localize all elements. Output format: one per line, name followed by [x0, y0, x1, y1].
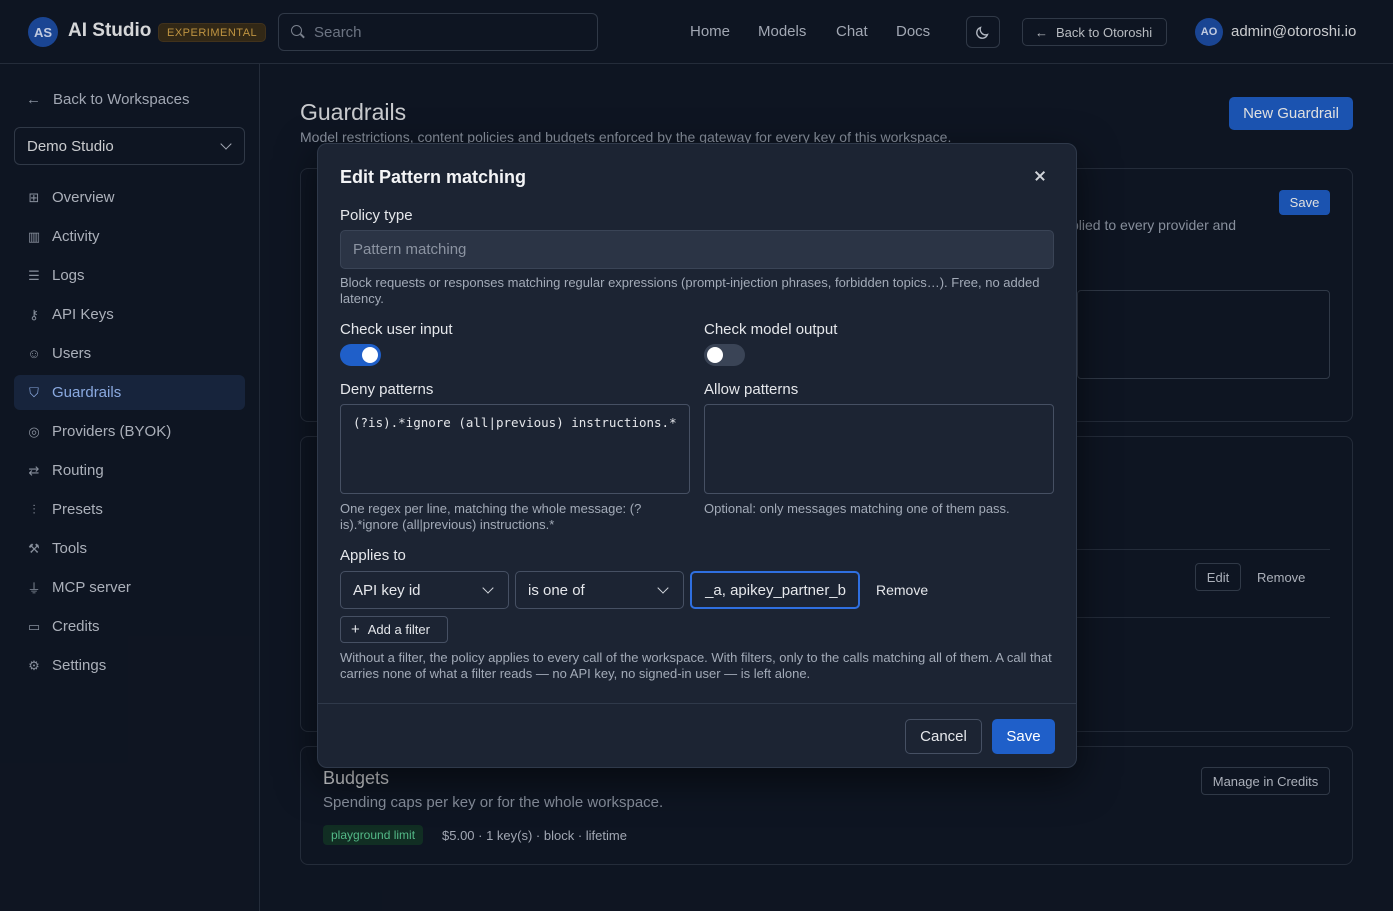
check-input-label: Check user input: [340, 321, 453, 338]
edit-policy-modal: Edit Pattern matching Policy type Patter…: [317, 143, 1077, 768]
check-output-toggle[interactable]: [704, 344, 745, 366]
deny-patterns-textarea[interactable]: (?is).*ignore (all|previous) instruction…: [340, 404, 690, 494]
filter-help: Without a filter, the policy applies to …: [340, 650, 1052, 681]
modal-title: Edit Pattern matching: [340, 167, 527, 187]
remove-filter-button[interactable]: Remove: [876, 582, 928, 598]
deny-patterns-help: One regex per line, matching the whole m…: [340, 501, 642, 532]
chevron-down-icon: [657, 582, 669, 594]
filter-value-text: _a, apikey_partner_b: [705, 581, 846, 599]
filter-field-select[interactable]: API key id: [340, 571, 509, 609]
allow-patterns-label: Allow patterns: [704, 381, 799, 398]
modal-footer-divider: [318, 703, 1076, 704]
chevron-down-icon: [482, 582, 494, 594]
toggle-knob: [707, 347, 723, 363]
check-input-toggle[interactable]: [340, 344, 381, 366]
filter-operator-value: is one of: [528, 581, 585, 599]
policy-type-help: Block requests or responses matching reg…: [340, 275, 1040, 306]
filter-value-input[interactable]: _a, apikey_partner_b: [690, 571, 860, 609]
add-filter-button[interactable]: + Add a filter: [340, 616, 448, 643]
policy-type-field: Pattern matching: [340, 230, 1054, 269]
applies-to-label: Applies to: [340, 547, 406, 564]
plus-icon: +: [351, 621, 360, 638]
check-output-label: Check model output: [704, 321, 838, 338]
save-button[interactable]: Save: [992, 719, 1055, 754]
allow-patterns-textarea[interactable]: [704, 404, 1054, 494]
policy-type-label: Policy type: [340, 207, 413, 224]
toggle-knob: [362, 347, 378, 363]
cancel-button[interactable]: Cancel: [905, 719, 982, 754]
allow-patterns-help: Optional: only messages matching one of …: [704, 501, 1010, 516]
filter-field-value: API key id: [353, 581, 421, 599]
filter-operator-select[interactable]: is one of: [515, 571, 684, 609]
add-filter-label: Add a filter: [367, 622, 430, 637]
deny-patterns-label: Deny patterns: [340, 381, 434, 398]
close-icon[interactable]: [1030, 166, 1050, 186]
